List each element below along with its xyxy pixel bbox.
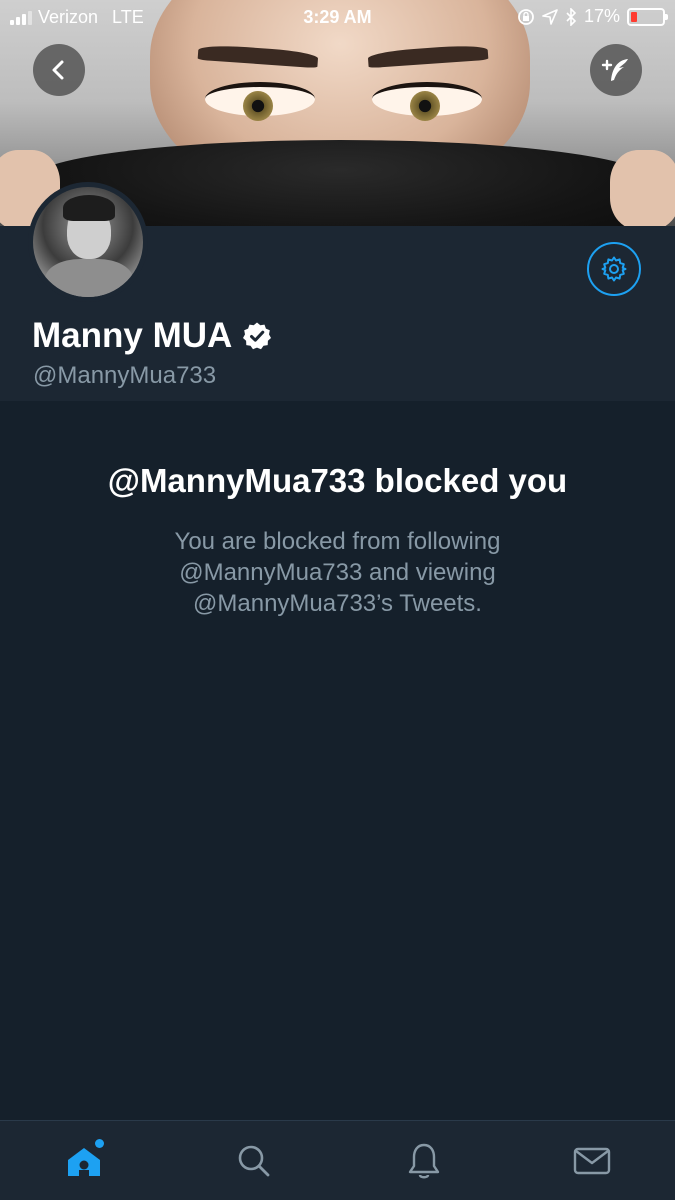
profile-settings-button[interactable] [587, 242, 641, 296]
profile-handle: @MannyMua733 [33, 362, 217, 389]
new-content-dot [95, 1139, 104, 1148]
compose-tweet-button[interactable] [590, 44, 642, 96]
envelope-icon [573, 1147, 611, 1175]
status-bar: Verizon LTE 3:29 AM 17% [0, 0, 675, 36]
avatar[interactable] [28, 182, 148, 302]
display-name: Manny MUA [32, 316, 272, 356]
bell-icon [408, 1143, 440, 1179]
tab-home[interactable] [62, 1139, 106, 1183]
blocked-description-line: @MannyMua733’s Tweets. [193, 590, 482, 617]
battery-percent: 17% [583, 6, 620, 26]
bottom-tab-bar [0, 1120, 675, 1200]
blocked-description: You are blocked from following @MannyMua… [110, 526, 565, 619]
add-tweet-feather-icon [601, 59, 628, 81]
display-name-text: Manny MUA [32, 316, 233, 355]
gear-icon [601, 256, 627, 282]
search-icon [238, 1145, 270, 1177]
tab-messages[interactable] [570, 1139, 614, 1183]
bluetooth-icon [566, 7, 577, 26]
battery-icon [627, 7, 668, 26]
tab-notifications[interactable] [402, 1139, 446, 1183]
blocked-description-line: You are blocked from following [174, 528, 501, 555]
chevron-left-icon [52, 60, 64, 80]
verified-badge-icon [243, 322, 272, 350]
profile-screen: Verizon LTE 3:29 AM 17% Manny MUA @Manny… [0, 0, 675, 1200]
blocked-title: @MannyMua733 blocked you [107, 462, 568, 499]
tab-search[interactable] [232, 1139, 276, 1183]
blocked-description-line: @MannyMua733 and viewing [179, 559, 496, 586]
back-button[interactable] [33, 44, 85, 96]
orientation-lock-icon [518, 8, 534, 25]
location-arrow-icon [542, 8, 558, 25]
